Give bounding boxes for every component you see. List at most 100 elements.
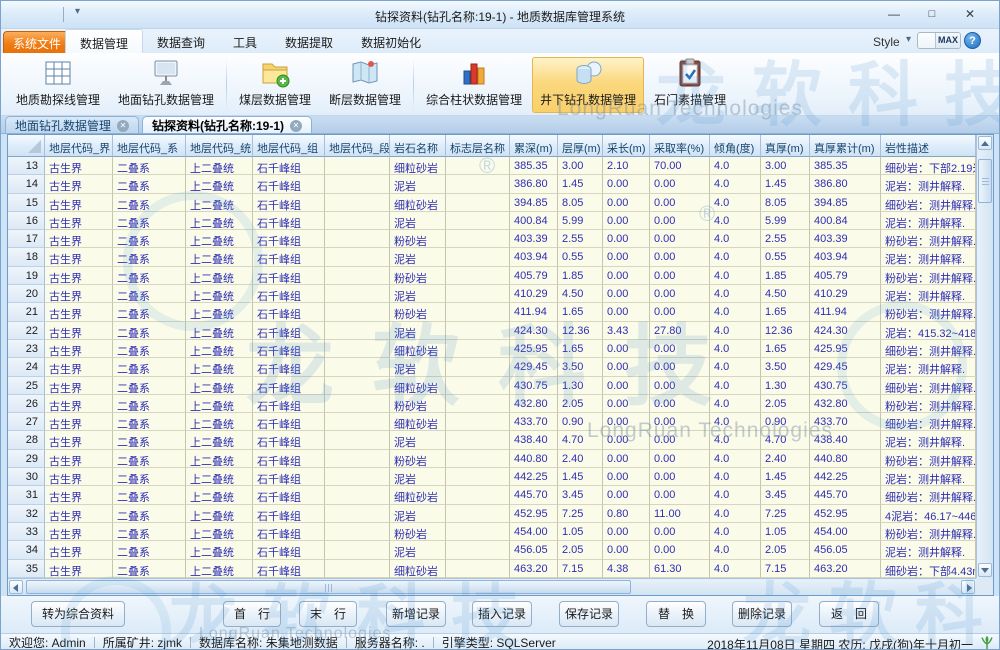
cell[interactable]: 8.05 bbox=[558, 194, 603, 212]
cell[interactable]: 4.0 bbox=[710, 358, 761, 376]
cell[interactable]: 石千峰组 bbox=[253, 560, 325, 578]
cell[interactable]: 429.45 bbox=[810, 358, 881, 376]
table-row[interactable]: 26古生界二叠系上二叠统石千峰组粉砂岩432.802.050.000.004.0… bbox=[8, 395, 976, 413]
cell[interactable]: 440.80 bbox=[510, 450, 558, 468]
cell[interactable]: 泥岩 bbox=[390, 358, 446, 376]
cell[interactable]: 上二叠统 bbox=[186, 468, 253, 486]
cell[interactable] bbox=[325, 285, 390, 303]
cell[interactable]: 7.25 bbox=[761, 505, 810, 523]
cell[interactable]: 3.00 bbox=[558, 157, 603, 175]
cell[interactable]: 438.40 bbox=[810, 431, 881, 449]
cell[interactable]: 0.00 bbox=[603, 431, 650, 449]
cell[interactable]: 0.00 bbox=[650, 175, 710, 193]
cell[interactable]: 0.55 bbox=[558, 248, 603, 266]
cell[interactable]: 1.65 bbox=[761, 340, 810, 358]
cell[interactable]: 4.70 bbox=[558, 431, 603, 449]
cell[interactable]: 二叠系 bbox=[113, 230, 186, 248]
cell[interactable]: 1.45 bbox=[558, 468, 603, 486]
cell[interactable] bbox=[325, 541, 390, 559]
cell[interactable]: 细粒砂岩 bbox=[390, 486, 446, 504]
cell[interactable]: 二叠系 bbox=[113, 157, 186, 175]
table-row[interactable]: 14古生界二叠系上二叠统石千峰组泥岩386.801.450.000.004.01… bbox=[8, 175, 976, 193]
cell[interactable]: 3.45 bbox=[558, 486, 603, 504]
cell[interactable]: 1.05 bbox=[558, 523, 603, 541]
vertical-scrollbar[interactable] bbox=[976, 135, 993, 578]
cell[interactable]: 5.99 bbox=[558, 212, 603, 230]
style-dropdown-icon[interactable]: ▾ bbox=[906, 34, 911, 45]
cell[interactable]: 古生界 bbox=[45, 541, 113, 559]
table-row[interactable]: 18古生界二叠系上二叠统石千峰组泥岩403.940.550.000.004.00… bbox=[8, 248, 976, 266]
style-label[interactable]: Style bbox=[873, 35, 900, 49]
cell[interactable]: 0.00 bbox=[603, 523, 650, 541]
cell[interactable]: 456.05 bbox=[510, 541, 558, 559]
ribbon-button-7[interactable]: 石门素描管理 bbox=[646, 57, 734, 113]
cell[interactable]: 石千峰组 bbox=[253, 248, 325, 266]
cell[interactable]: 古生界 bbox=[45, 303, 113, 321]
cell[interactable]: 古生界 bbox=[45, 486, 113, 504]
cell[interactable] bbox=[325, 175, 390, 193]
row-number-cell[interactable]: 16 bbox=[8, 212, 45, 230]
cell[interactable]: 石千峰组 bbox=[253, 395, 325, 413]
cell[interactable]: 4.0 bbox=[710, 267, 761, 285]
cell[interactable]: 古生界 bbox=[45, 322, 113, 340]
cell[interactable]: 石千峰组 bbox=[253, 450, 325, 468]
cell[interactable]: 泥岩 bbox=[390, 248, 446, 266]
row-number-cell[interactable]: 31 bbox=[8, 486, 45, 504]
cell[interactable]: 石千峰组 bbox=[253, 194, 325, 212]
cell[interactable]: 上二叠统 bbox=[186, 194, 253, 212]
cell[interactable]: 石千峰组 bbox=[253, 267, 325, 285]
cell[interactable]: 4.0 bbox=[710, 212, 761, 230]
table-row[interactable]: 20古生界二叠系上二叠统石千峰组泥岩410.294.500.000.004.04… bbox=[8, 285, 976, 303]
tab-close-icon[interactable]: ✕ bbox=[117, 120, 129, 132]
cell[interactable]: 二叠系 bbox=[113, 486, 186, 504]
cell[interactable] bbox=[446, 431, 510, 449]
ribbon-button-5[interactable]: 综合柱状数据管理 bbox=[418, 57, 530, 113]
cell[interactable] bbox=[446, 395, 510, 413]
cell[interactable]: 泥岩：测井解释. bbox=[881, 431, 976, 449]
row-number-cell[interactable]: 29 bbox=[8, 450, 45, 468]
cell[interactable] bbox=[325, 340, 390, 358]
cell[interactable]: 泥岩：测井解释. bbox=[881, 175, 976, 193]
table-row[interactable]: 29古生界二叠系上二叠统石千峰组粉砂岩440.802.400.000.004.0… bbox=[8, 450, 976, 468]
action-button-4[interactable]: 新增记录 bbox=[386, 601, 446, 627]
cell[interactable]: 425.95 bbox=[510, 340, 558, 358]
cell[interactable]: 0.00 bbox=[650, 358, 710, 376]
cell[interactable] bbox=[325, 377, 390, 395]
cell[interactable]: 粉砂岩：测井解释. bbox=[881, 230, 976, 248]
cell[interactable]: 古生界 bbox=[45, 450, 113, 468]
cell[interactable]: 上二叠统 bbox=[186, 267, 253, 285]
cell[interactable]: 4.0 bbox=[710, 395, 761, 413]
cell[interactable]: 4.0 bbox=[710, 340, 761, 358]
cell[interactable]: 394.85 bbox=[810, 194, 881, 212]
cell[interactable] bbox=[325, 505, 390, 523]
cell[interactable]: 细砂岩：测井解释. bbox=[881, 194, 976, 212]
table-row[interactable]: 35古生界二叠系上二叠统石千峰组细粒砂岩463.207.154.3861.304… bbox=[8, 560, 976, 578]
cell[interactable] bbox=[325, 322, 390, 340]
cell[interactable]: 2.10 bbox=[603, 157, 650, 175]
scroll-down-button[interactable] bbox=[978, 563, 992, 577]
row-number-cell[interactable]: 30 bbox=[8, 468, 45, 486]
cell[interactable]: 4.0 bbox=[710, 468, 761, 486]
cell[interactable]: 泥岩 bbox=[390, 212, 446, 230]
cell[interactable]: 上二叠统 bbox=[186, 358, 253, 376]
column-header[interactable]: 倾角(度) bbox=[710, 135, 761, 157]
cell[interactable]: 泥岩 bbox=[390, 322, 446, 340]
column-header[interactable]: 地层代码_界 bbox=[45, 135, 113, 157]
cell[interactable]: 5.99 bbox=[761, 212, 810, 230]
minimize-button[interactable]: — bbox=[879, 4, 909, 25]
cell[interactable]: 454.00 bbox=[510, 523, 558, 541]
cell[interactable]: 二叠系 bbox=[113, 340, 186, 358]
cell[interactable]: 0.00 bbox=[603, 377, 650, 395]
cell[interactable]: 1.30 bbox=[558, 377, 603, 395]
cell[interactable]: 二叠系 bbox=[113, 212, 186, 230]
cell[interactable]: 4.0 bbox=[710, 486, 761, 504]
column-header[interactable]: 地层代码_统 bbox=[186, 135, 253, 157]
cell[interactable]: 上二叠统 bbox=[186, 230, 253, 248]
cell[interactable]: 细砂岩：测井解释. bbox=[881, 340, 976, 358]
cell[interactable]: 细粒砂岩 bbox=[390, 413, 446, 431]
row-number-cell[interactable]: 17 bbox=[8, 230, 45, 248]
cell[interactable]: 细粒砂岩 bbox=[390, 560, 446, 578]
cell[interactable]: 石千峰组 bbox=[253, 468, 325, 486]
cell[interactable]: 粉砂岩 bbox=[390, 450, 446, 468]
row-number-cell[interactable]: 25 bbox=[8, 377, 45, 395]
